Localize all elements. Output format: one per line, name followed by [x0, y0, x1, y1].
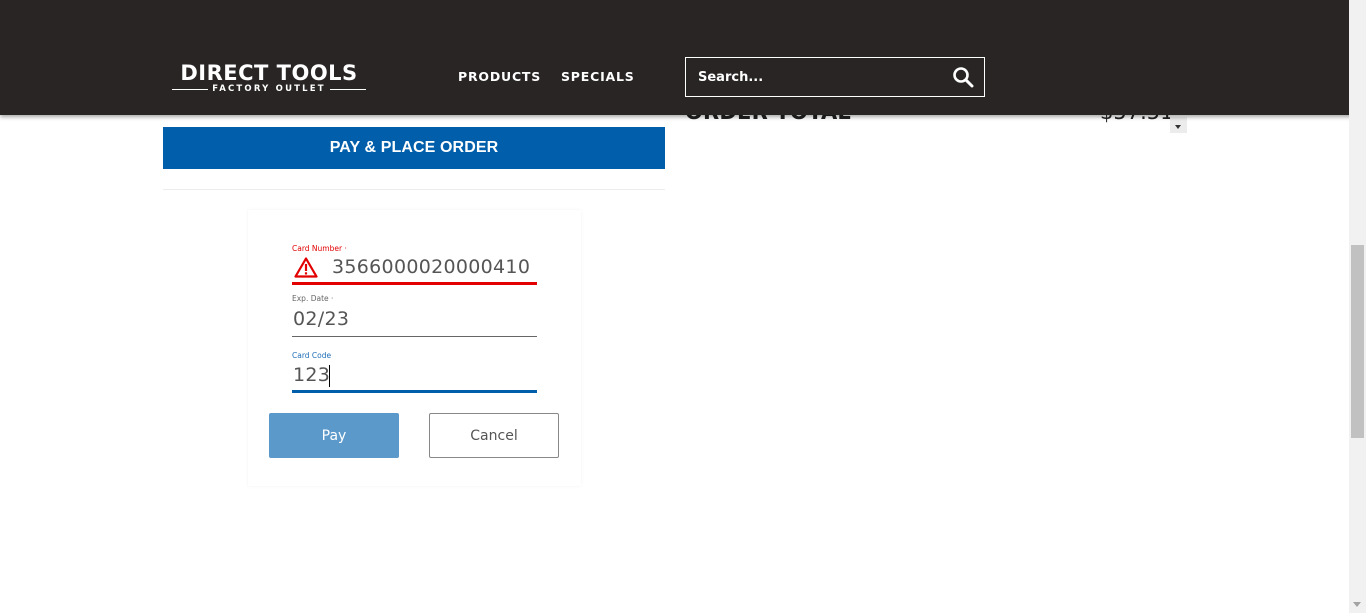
text-caret	[329, 365, 330, 387]
logo-subtitle: FACTORY OUTLET	[212, 84, 326, 94]
pay-and-place-order-button[interactable]: PAY & PLACE ORDER	[163, 127, 665, 169]
logo-rule-right	[329, 88, 366, 90]
search-box	[685, 57, 985, 97]
card-code-field[interactable]: 123	[293, 364, 330, 386]
logo-subtitle-row: FACTORY OUTLET	[172, 83, 366, 95]
site-logo[interactable]: DIRECT TOOLS FACTORY OUTLET	[172, 61, 366, 97]
site-header: DIRECT TOOLS FACTORY OUTLET PRODUCTS SPE…	[0, 0, 1366, 115]
nav-products-link[interactable]: PRODUCTS	[458, 69, 541, 84]
warning-icon	[294, 257, 318, 278]
nav-specials-link[interactable]: SPECIALS	[561, 69, 635, 84]
scroll-down-arrow-icon[interactable]	[1353, 602, 1361, 607]
logo-title: DIRECT TOOLS	[180, 61, 358, 85]
card-code-underline	[292, 390, 537, 393]
exp-date-label: Exp. Date ·	[292, 294, 334, 303]
exp-date-underline	[292, 336, 537, 337]
pay-button[interactable]: Pay	[269, 413, 399, 458]
search-input[interactable]	[686, 58, 936, 96]
card-number-label: Card Number ·	[292, 244, 347, 253]
search-icon[interactable]	[952, 66, 974, 88]
exp-date-field[interactable]: 02/23	[293, 308, 349, 330]
logo-rule-left	[172, 88, 209, 90]
card-number-field[interactable]: 3566000020000410	[332, 256, 530, 278]
scrollbar-thumb[interactable]	[1351, 245, 1364, 438]
order-total-dropdown-toggle[interactable]	[1170, 117, 1187, 133]
card-number-underline	[292, 282, 537, 285]
section-divider	[163, 189, 665, 190]
card-code-label: Card Code	[292, 351, 332, 360]
cancel-button[interactable]: Cancel	[429, 413, 559, 458]
